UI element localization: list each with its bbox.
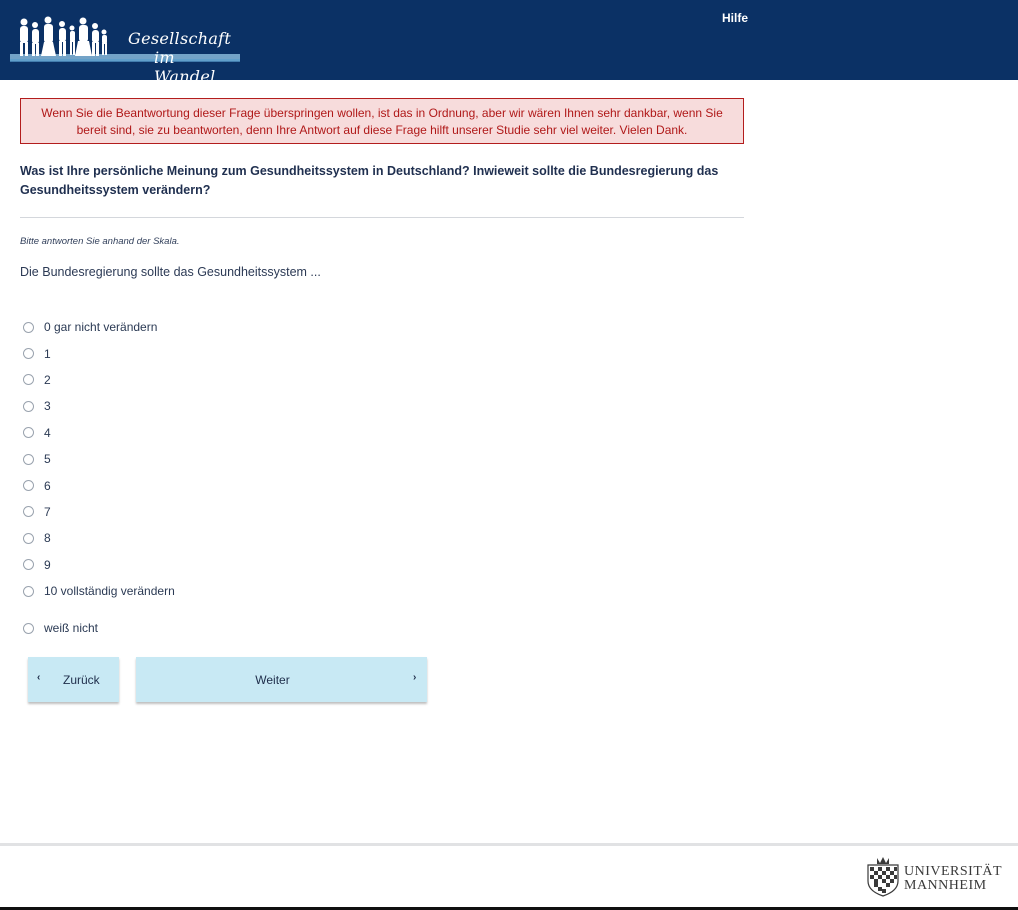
option-5[interactable]: 5 bbox=[23, 446, 175, 472]
next-button[interactable]: Weiter › bbox=[136, 657, 427, 702]
university-crest-icon bbox=[867, 857, 899, 897]
option-10[interactable]: 10 vollständig verändern bbox=[23, 578, 175, 604]
option-label: 2 bbox=[44, 372, 51, 387]
logo-line-1: Gesellschaft bbox=[128, 29, 232, 48]
question-panel: Wenn Sie die Beantwortung dieser Frage ü… bbox=[20, 98, 744, 279]
radio-button[interactable] bbox=[23, 453, 34, 465]
option-label: 4 bbox=[44, 425, 51, 440]
option-label: 8 bbox=[44, 531, 51, 546]
option-3[interactable]: 3 bbox=[23, 393, 175, 419]
university-mannheim-logo: UNIVERSITÄT MANNHEIM bbox=[864, 855, 1014, 899]
radio-button[interactable] bbox=[23, 585, 34, 597]
scale-options: 0 gar nicht verändern 1 2 3 4 5 6 7 8 9 … bbox=[23, 314, 175, 642]
radio-button[interactable] bbox=[23, 400, 34, 412]
question-text: Was ist Ihre persönliche Meinung zum Ges… bbox=[20, 164, 719, 197]
option-8[interactable]: 8 bbox=[23, 525, 175, 551]
option-label: 10 vollständig verändern bbox=[44, 584, 175, 599]
option-1[interactable]: 1 bbox=[23, 340, 175, 366]
help-link[interactable]: Hilfe bbox=[722, 11, 748, 25]
back-button-label: Zurück bbox=[63, 673, 100, 687]
option-6[interactable]: 6 bbox=[23, 472, 175, 498]
university-line-2: MANNHEIM bbox=[904, 878, 987, 893]
option-4[interactable]: 4 bbox=[23, 420, 175, 446]
radio-button[interactable] bbox=[23, 480, 34, 492]
university-name: UNIVERSITÄT MANNHEIM bbox=[904, 865, 1002, 893]
option-label: 3 bbox=[44, 399, 51, 414]
footer-divider bbox=[0, 843, 1018, 846]
chevron-left-icon: ‹ bbox=[37, 672, 41, 683]
option-0[interactable]: 0 gar nicht verändern bbox=[23, 314, 175, 340]
radio-button[interactable] bbox=[23, 532, 34, 544]
option-label: 1 bbox=[44, 346, 51, 361]
option-2[interactable]: 2 bbox=[23, 367, 175, 393]
university-line-1: UNIVERSITÄT bbox=[904, 864, 1003, 879]
header-bar: Gesellschaft im Wandel Hilfe bbox=[0, 0, 1018, 86]
radio-button[interactable] bbox=[23, 374, 34, 386]
radio-button[interactable] bbox=[23, 427, 34, 439]
divider bbox=[20, 217, 744, 218]
next-button-label: Weiter bbox=[255, 673, 290, 687]
radio-button[interactable] bbox=[23, 559, 34, 571]
option-dont-know[interactable]: weiß nicht bbox=[23, 615, 175, 641]
option-label: 9 bbox=[44, 557, 51, 572]
logo-line-2: im Wandel bbox=[154, 48, 216, 86]
option-7[interactable]: 7 bbox=[23, 499, 175, 525]
option-label: 6 bbox=[44, 478, 51, 493]
option-9[interactable]: 9 bbox=[23, 552, 175, 578]
question-stem: Die Bundesregierung sollte das Gesundhei… bbox=[20, 265, 321, 279]
option-label: 7 bbox=[44, 504, 51, 519]
scale-instruction: Bitte antworten Sie anhand der Skala. bbox=[20, 236, 180, 247]
gesellschaft-im-wandel-logo: Gesellschaft im Wandel bbox=[10, 12, 240, 86]
radio-button[interactable] bbox=[23, 348, 34, 360]
radio-button[interactable] bbox=[23, 622, 34, 634]
chevron-right-icon: › bbox=[413, 672, 417, 683]
option-label: 5 bbox=[44, 452, 51, 467]
radio-button[interactable] bbox=[23, 321, 34, 333]
back-button[interactable]: ‹ Zurück bbox=[28, 657, 119, 702]
skip-warning-alert: Wenn Sie die Beantwortung dieser Frage ü… bbox=[20, 98, 744, 144]
logo-title: Gesellschaft im Wandel bbox=[128, 29, 240, 86]
radio-button[interactable] bbox=[23, 506, 34, 518]
option-label: weiß nicht bbox=[44, 621, 99, 636]
option-label: 0 gar nicht verändern bbox=[44, 320, 158, 335]
